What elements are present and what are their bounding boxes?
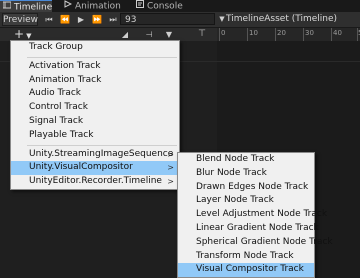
ruler-label: 40 bbox=[333, 29, 342, 37]
go-to-start-icon[interactable]: ⏮ bbox=[42, 13, 56, 26]
submenu-arrow-icon: > bbox=[167, 163, 174, 173]
menu-item-audio-track[interactable]: Audio Track bbox=[11, 87, 179, 101]
time-ruler[interactable]: 0 10 20 30 40 50 bbox=[217, 28, 360, 41]
play-icon[interactable]: ▶ bbox=[74, 13, 88, 26]
tab-animation[interactable]: Animation bbox=[64, 0, 122, 12]
menu-item-level-adjustment-node-track[interactable]: Level Adjustment Node Track bbox=[178, 208, 327, 222]
menu-item-visual-compositor[interactable]: Unity.VisualCompositor > bbox=[11, 161, 179, 176]
animation-icon bbox=[64, 0, 73, 12]
frame-field[interactable]: 93 bbox=[120, 13, 215, 25]
menu-item-spherical-gradient-node-track[interactable]: Spherical Gradient Node Track bbox=[178, 236, 333, 250]
menu-item-transform-node-track[interactable]: Transform Node Track bbox=[178, 250, 314, 264]
menu-item-label: Unity.VisualCompositor bbox=[29, 162, 133, 173]
ruler-label: 30 bbox=[305, 29, 314, 37]
menu-item-streaming-image-sequence[interactable]: Unity.StreamingImageSequence > bbox=[11, 148, 179, 162]
menu-item-label: Unity.StreamingImageSequence bbox=[29, 148, 174, 159]
tab-console-label: Console bbox=[147, 1, 183, 12]
menu-item-control-track[interactable]: Control Track bbox=[11, 101, 179, 115]
menu-item-layer-node-track[interactable]: Layer Node Track bbox=[178, 194, 314, 208]
menu-separator bbox=[27, 56, 177, 58]
add-icon: + bbox=[14, 27, 25, 41]
add-dropdown-icon: ▼ bbox=[26, 32, 32, 40]
tab-timeline-label: Timeline bbox=[14, 2, 53, 13]
menu-item-label: UnityEditor.Recorder.Timeline bbox=[29, 176, 162, 187]
preview-button[interactable]: Preview bbox=[2, 13, 38, 26]
tab-timeline[interactable]: Timeline bbox=[0, 0, 53, 13]
menu-item-animation-track[interactable]: Animation Track bbox=[11, 74, 179, 88]
menu-item-activation-track[interactable]: Activation Track bbox=[11, 60, 179, 74]
console-icon bbox=[136, 0, 144, 12]
visual-compositor-submenu: Blend Node Track Blur Node Track Drawn E… bbox=[177, 152, 333, 278]
menu-item-playable-track[interactable]: Playable Track bbox=[11, 129, 179, 143]
previous-frame-icon[interactable]: ⏪ bbox=[58, 13, 72, 26]
menu-item-drawn-edges-node-track[interactable]: Drawn Edges Node Track bbox=[178, 181, 314, 195]
submenu-arrow-icon: > bbox=[167, 149, 174, 159]
ruler-label: 10 bbox=[249, 29, 258, 37]
submenu-arrow-icon: > bbox=[167, 177, 174, 187]
add-track-menu: Track Group Activation Track Animation T… bbox=[10, 40, 180, 190]
window-tab-bar: Timeline Animation Console bbox=[0, 0, 360, 13]
menu-item-track-group[interactable]: Track Group bbox=[11, 41, 179, 55]
tab-console[interactable]: Console bbox=[136, 0, 186, 12]
timeline-toolbar: Preview ⏮ ⏪ ▶ ⏩ ⏭ 93 ▼ TimelineAsset (Ti… bbox=[0, 12, 360, 28]
playhead-marker-icon[interactable]: ⊤ bbox=[198, 28, 206, 41]
menu-item-blend-node-track[interactable]: Blend Node Track bbox=[178, 153, 314, 167]
menu-item-linear-gradient-node-track[interactable]: Linear Gradient Node Track bbox=[178, 222, 319, 236]
next-frame-icon[interactable]: ⏩ bbox=[90, 13, 104, 26]
menu-separator bbox=[27, 144, 177, 146]
tab-animation-label: Animation bbox=[75, 1, 121, 12]
menu-item-signal-track[interactable]: Signal Track bbox=[11, 115, 179, 129]
menu-item-recorder-timeline[interactable]: UnityEditor.Recorder.Timeline > bbox=[11, 175, 179, 189]
ruler-label: 20 bbox=[277, 29, 286, 37]
menu-item-visual-compositor-track[interactable]: Visual Compositor Track bbox=[178, 263, 314, 278]
menu-item-blur-node-track[interactable]: Blur Node Track bbox=[178, 167, 314, 181]
ruler-label: 0 bbox=[221, 29, 226, 37]
timeline-asset-label[interactable]: TimelineAsset (Timeline) bbox=[226, 13, 337, 26]
go-to-end-icon[interactable]: ⏭ bbox=[106, 13, 120, 26]
